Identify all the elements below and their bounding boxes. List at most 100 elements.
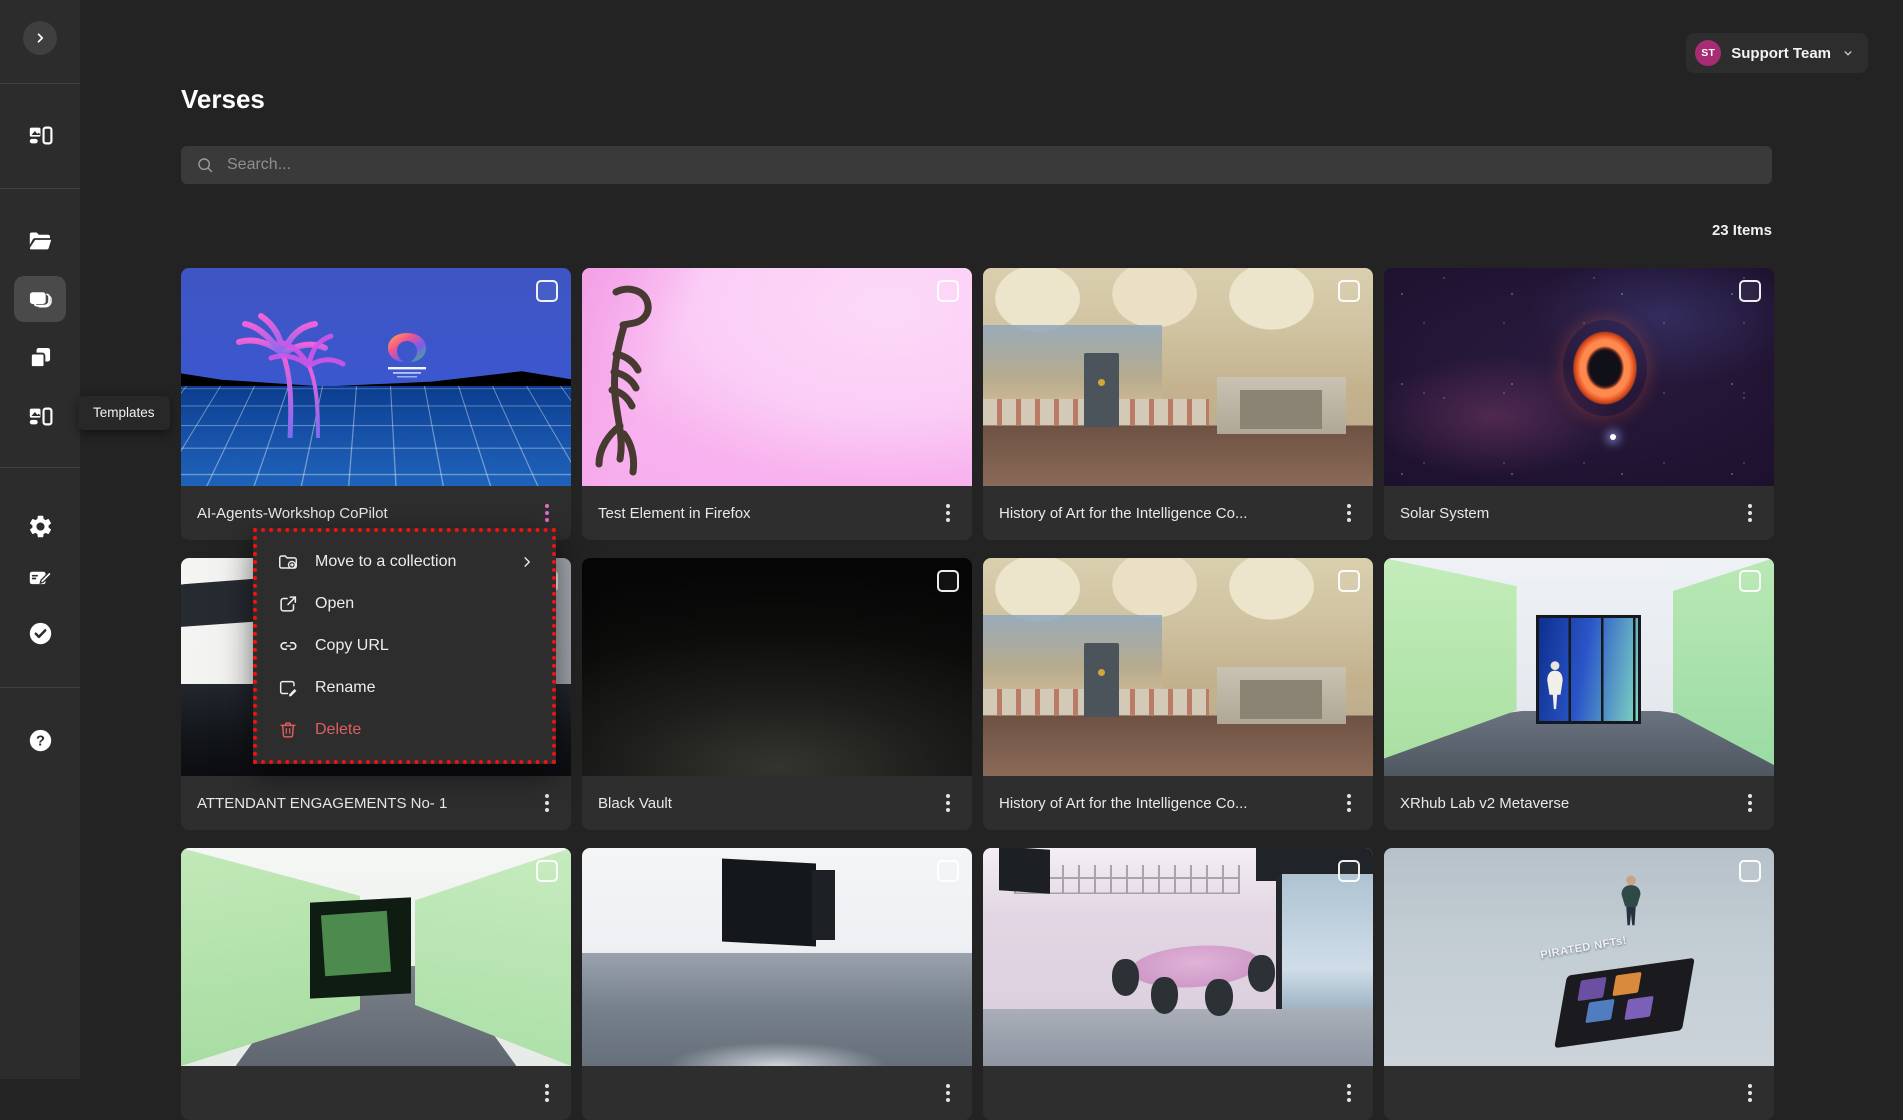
select-checkbox[interactable] xyxy=(937,280,959,302)
verse-thumbnail[interactable] xyxy=(1384,268,1774,486)
verse-card[interactable] xyxy=(983,848,1373,1120)
verse-card[interactable]: Test Element in Firefox xyxy=(582,268,972,540)
select-checkbox[interactable] xyxy=(536,860,558,882)
page-title: Verses xyxy=(181,84,265,115)
verse-thumbnail[interactable] xyxy=(983,848,1373,1066)
verse-title: Solar System xyxy=(1400,505,1732,522)
more-options-button[interactable] xyxy=(539,1078,555,1108)
meeting-table xyxy=(1130,942,1261,992)
verse-thumbnail[interactable] xyxy=(983,268,1373,486)
chevron-down-icon xyxy=(1841,46,1855,60)
sidebar-divider xyxy=(0,467,80,468)
select-checkbox[interactable] xyxy=(937,570,959,592)
sidebar-item-files[interactable] xyxy=(18,219,62,263)
select-checkbox[interactable] xyxy=(1739,860,1761,882)
verse-card[interactable]: PIRATED NFTs! xyxy=(1384,848,1774,1120)
sidebar-item-settings[interactable] xyxy=(18,504,62,548)
hall-floor xyxy=(582,953,972,1066)
sidebar-item-feedback[interactable] xyxy=(18,556,62,600)
folder-icon xyxy=(27,228,54,255)
orange-ring-nebula xyxy=(1563,320,1647,416)
verse-thumbnail[interactable] xyxy=(181,848,571,1066)
verse-thumbnail[interactable] xyxy=(582,848,972,1066)
more-options-button[interactable] xyxy=(940,788,956,818)
more-options-button[interactable] xyxy=(1341,788,1357,818)
select-checkbox[interactable] xyxy=(1338,570,1360,592)
verse-card[interactable]: History of Art for the Intelligence Co..… xyxy=(983,268,1373,540)
context-menu-item-label: Delete xyxy=(315,721,536,739)
verse-thumbnail[interactable] xyxy=(181,268,571,486)
card-title-bar: ATTENDANT ENGAGEMENTS No- 1 xyxy=(181,776,571,830)
select-checkbox[interactable] xyxy=(1739,280,1761,302)
select-checkbox[interactable] xyxy=(1739,570,1761,592)
select-checkbox[interactable] xyxy=(937,860,959,882)
more-options-button[interactable] xyxy=(940,1078,956,1108)
more-options-button[interactable] xyxy=(940,498,956,528)
sidebar-divider xyxy=(0,188,80,189)
chevron-right-icon xyxy=(31,29,49,47)
verse-thumbnail[interactable] xyxy=(1384,558,1774,776)
verse-title: XRhub Lab v2 Metaverse xyxy=(1400,795,1732,812)
context-menu-item-label: Move to a collection xyxy=(315,553,502,571)
sidebar-item-spaces[interactable] xyxy=(18,113,62,157)
verse-card[interactable] xyxy=(582,848,972,1120)
context-menu-item-move-to-a-collection[interactable]: Move to a collection xyxy=(257,541,552,583)
more-options-button[interactable] xyxy=(1341,1078,1357,1108)
verse-thumbnail[interactable] xyxy=(983,558,1373,776)
copy-icon xyxy=(27,344,54,371)
verse-card[interactable] xyxy=(181,848,571,1120)
green-screen xyxy=(321,911,391,977)
search-icon xyxy=(195,155,215,175)
search-input[interactable] xyxy=(227,156,1758,174)
verse-title: ATTENDANT ENGAGEMENTS No- 1 xyxy=(197,795,529,812)
sidebar-item-help[interactable]: ? xyxy=(18,718,62,762)
expand-sidebar-button[interactable] xyxy=(23,21,57,55)
sidebar-item-approvals[interactable] xyxy=(18,611,62,655)
verse-thumbnail[interactable] xyxy=(582,268,972,486)
verse-card[interactable]: Solar System xyxy=(1384,268,1774,540)
select-checkbox[interactable] xyxy=(1338,860,1360,882)
more-options-button[interactable] xyxy=(1341,498,1357,528)
context-menu-item-rename[interactable]: Rename xyxy=(257,667,552,709)
context-menu-item-label: Rename xyxy=(315,679,536,697)
more-options-button[interactable] xyxy=(539,788,555,818)
context-menu-item-copy-url[interactable]: Copy URL xyxy=(257,625,552,667)
avatar: ST xyxy=(1695,40,1721,66)
check-circle-icon xyxy=(27,620,54,647)
avatar-figure xyxy=(1544,639,1566,733)
trash-icon xyxy=(277,719,299,741)
sidebar-divider xyxy=(0,687,80,688)
select-checkbox[interactable] xyxy=(1338,280,1360,302)
fireplace-opening xyxy=(1240,680,1322,719)
sidebar: ? xyxy=(0,0,80,1079)
help-circle-icon: ? xyxy=(27,727,54,754)
context-menu-item-label: Open xyxy=(315,595,536,613)
context-menu-item-delete[interactable]: Delete xyxy=(257,709,552,751)
verse-card[interactable]: Black Vault xyxy=(582,558,972,830)
nft-display-mat xyxy=(1554,958,1694,1048)
verse-thumbnail[interactable]: PIRATED NFTs! xyxy=(1384,848,1774,1066)
card-edit-icon xyxy=(27,565,54,592)
more-options-button[interactable] xyxy=(1742,1078,1758,1108)
context-menu-item-open[interactable]: Open xyxy=(257,583,552,625)
select-checkbox[interactable] xyxy=(536,280,558,302)
search-bar[interactable] xyxy=(181,146,1772,184)
more-options-button[interactable] xyxy=(1742,498,1758,528)
sidebar-item-elements[interactable] xyxy=(18,335,62,379)
sidebar-item-templates[interactable] xyxy=(18,394,62,438)
verse-card[interactable]: History of Art for the Intelligence Co..… xyxy=(983,558,1373,830)
nft-scene-text: PIRATED NFTs! xyxy=(1540,934,1628,961)
verse-thumbnail[interactable] xyxy=(582,558,972,776)
card-title-bar: History of Art for the Intelligence Co..… xyxy=(983,486,1373,540)
verse-card[interactable]: AI-Agents-Workshop CoPilot xyxy=(181,268,571,540)
user-menu-button[interactable]: ST Support Team xyxy=(1686,33,1868,73)
more-options-button[interactable] xyxy=(539,498,555,528)
card-title-bar: Test Element in Firefox xyxy=(582,486,972,540)
fireplace-opening xyxy=(1240,390,1322,429)
more-options-button[interactable] xyxy=(1742,788,1758,818)
sidebar-item-verses[interactable] xyxy=(14,276,66,322)
verse-card[interactable]: XRhub Lab v2 Metaverse xyxy=(1384,558,1774,830)
copilot-logo xyxy=(372,329,442,389)
svg-text:?: ? xyxy=(36,733,45,749)
rename-icon xyxy=(277,677,299,699)
